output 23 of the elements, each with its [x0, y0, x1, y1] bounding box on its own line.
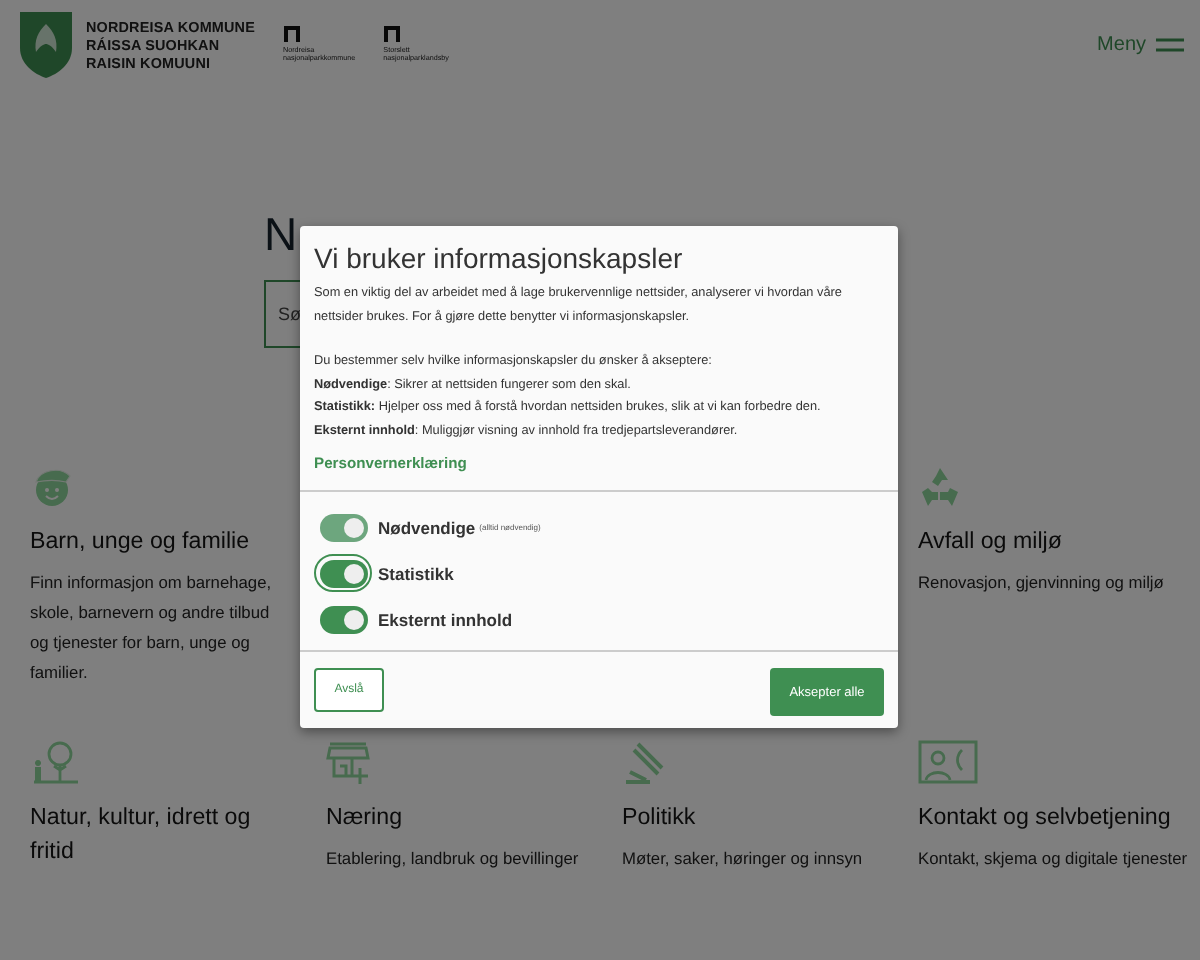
- category-description: Etablering, landbruk og bevillinger: [326, 846, 579, 872]
- category-link[interactable]: Politikk: [622, 800, 696, 834]
- category-description: Finn informasjon om barnehage, skole, barnevern og andre tilbud og tjenester for barn, unge og familier.: [30, 570, 274, 686]
- category-description: Renovasjon, gjenvinning og miljø: [918, 570, 1164, 596]
- toggle-switch[interactable]: [319, 605, 367, 633]
- arch-icon: [283, 25, 299, 42]
- category-link[interactable]: Avfall og miljø: [918, 524, 1062, 558]
- arch-icon: [383, 25, 400, 42]
- category-link[interactable]: Kontakt og selvbetjening: [918, 800, 1171, 834]
- dialog-title: Vi bruker informasjonskapsler: [314, 242, 685, 274]
- page-heading: N: [264, 208, 298, 262]
- contact-card-icon: [918, 740, 978, 786]
- toggle-label: Statistikk: [378, 563, 454, 583]
- category-link[interactable]: Næring: [326, 800, 403, 834]
- menu-button[interactable]: Meny: [1097, 33, 1184, 55]
- category-link[interactable]: Barn, unge og familie: [30, 524, 250, 558]
- menu-icon: [1156, 37, 1184, 51]
- coat-of-arms-icon: [16, 8, 76, 80]
- category-description: Kontakt, skjema og digitale tjenester: [918, 846, 1188, 872]
- toggle-label: Nødvendige: [378, 517, 476, 537]
- toggle-label: Eksternt innhold: [378, 609, 513, 629]
- category-link[interactable]: Natur, kultur, idrett og fritid: [30, 800, 290, 868]
- category-description: Møter, saker, høringer og innsyn: [622, 846, 863, 872]
